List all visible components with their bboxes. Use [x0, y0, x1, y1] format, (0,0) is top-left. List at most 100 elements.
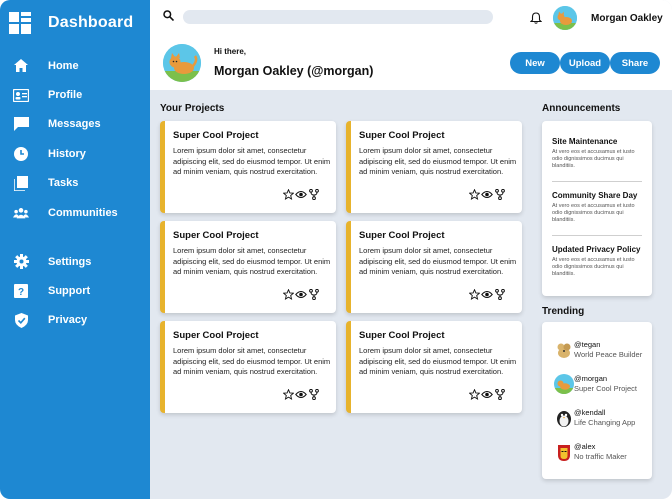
trending-panel: @tegan World Peace Builder @morgan Super… [542, 322, 652, 479]
sidebar-item-label: Messages [48, 118, 101, 131]
fork-icon[interactable] [308, 388, 320, 400]
home-icon [13, 58, 29, 74]
penguin-avatar-icon [554, 408, 574, 428]
announcement-item[interactable]: Community Share Day At vero eos et accus… [552, 191, 642, 225]
announcements-panel: Site Maintenance At vero eos et accusamu… [542, 121, 652, 296]
bell-icon[interactable] [530, 12, 542, 24]
watch-icon[interactable] [481, 388, 493, 400]
app-title: Dashboard [48, 14, 134, 31]
star-icon[interactable] [468, 188, 480, 200]
project-description: Lorem ipsum dolor sit amet, consectetur … [359, 346, 517, 376]
sidebar-item-history[interactable]: History [0, 139, 150, 168]
profile-header: Hi there, Morgan Oakley (@morgan) New Up… [150, 36, 672, 90]
fork-icon[interactable] [308, 188, 320, 200]
project-title: Super Cool Project [359, 230, 445, 241]
announcement-text: At vero eos et accusamus et iusto odio d… [552, 257, 635, 278]
announcement-title: Updated Privacy Policy [552, 245, 641, 254]
sidebar-item-tasks[interactable]: Tasks [0, 169, 150, 198]
profile-card-icon [13, 87, 29, 103]
sidebar-item-messages[interactable]: Messages [0, 110, 150, 139]
sidebar-item-support[interactable]: ? Support [0, 276, 150, 305]
trending-project: Super Cool Project [574, 384, 637, 393]
trending-handle: @tegan [574, 340, 601, 349]
star-icon[interactable] [282, 188, 294, 200]
upload-button[interactable]: Upload [560, 52, 610, 74]
ironman-avatar-icon [554, 442, 574, 462]
project-actions [282, 288, 320, 300]
announcement-item[interactable]: Updated Privacy Policy At vero eos et ac… [552, 245, 642, 279]
trending-item[interactable]: @alex No traffic Maker [554, 442, 649, 466]
search-input[interactable] [183, 10, 493, 24]
sidebar-item-label: Communities [48, 206, 118, 219]
project-title: Super Cool Project [173, 330, 259, 341]
trending-handle: @alex [574, 442, 596, 451]
sidebar-item-communities[interactable]: Communities [0, 198, 150, 227]
watch-icon[interactable] [295, 288, 307, 300]
project-actions [468, 388, 506, 400]
sidebar-item-label: Home [48, 59, 79, 72]
help-icon: ? [13, 283, 29, 299]
fork-icon[interactable] [494, 388, 506, 400]
user-name[interactable]: Morgan Oakley [591, 13, 663, 24]
tasks-icon [13, 175, 29, 191]
trending-item[interactable]: @morgan Super Cool Project [554, 374, 649, 398]
project-card[interactable]: Super Cool Project Lorem ipsum dolor sit… [346, 221, 522, 313]
announcements-title: Announcements [542, 103, 621, 114]
watch-icon[interactable] [295, 388, 307, 400]
project-actions [468, 288, 506, 300]
star-icon[interactable] [468, 388, 480, 400]
fork-icon[interactable] [308, 288, 320, 300]
trending-item[interactable]: @tegan World Peace Builder [554, 340, 649, 364]
project-card[interactable]: Super Cool Project Lorem ipsum dolor sit… [160, 221, 336, 313]
svg-text:?: ? [18, 287, 24, 298]
announcement-title: Site Maintenance [552, 137, 618, 146]
projects-title: Your Projects [160, 103, 225, 114]
brand: Dashboard [0, 5, 150, 41]
sidebar: Dashboard Home Profile Messages History … [0, 0, 150, 499]
sidebar-nav: Home Profile Messages History Tasks Comm… [0, 51, 150, 227]
cat-avatar-icon [554, 374, 574, 394]
sidebar-item-label: Profile [48, 89, 83, 102]
sidebar-item-profile[interactable]: Profile [0, 80, 150, 109]
sidebar-item-label: Privacy [48, 314, 88, 327]
announcement-title: Community Share Day [552, 191, 638, 200]
sidebar-item-settings[interactable]: Settings [0, 247, 150, 276]
announcement-text: At vero eos et accusamus et iusto odio d… [552, 203, 635, 224]
star-icon[interactable] [282, 388, 294, 400]
project-card[interactable]: Super Cool Project Lorem ipsum dolor sit… [346, 321, 522, 413]
project-actions [282, 388, 320, 400]
sidebar-item-label: Tasks [48, 177, 79, 190]
project-card[interactable]: Super Cool Project Lorem ipsum dolor sit… [160, 321, 336, 413]
announcement-item[interactable]: Site Maintenance At vero eos et accusamu… [552, 137, 642, 171]
message-icon [13, 116, 29, 132]
dog-avatar-icon [554, 340, 574, 360]
fork-icon[interactable] [494, 188, 506, 200]
watch-icon[interactable] [481, 188, 493, 200]
star-icon[interactable] [282, 288, 294, 300]
gear-icon [13, 254, 29, 270]
divider [552, 235, 642, 236]
clock-icon [13, 146, 29, 162]
sidebar-item-home[interactable]: Home [0, 51, 150, 80]
share-button[interactable]: Share [610, 52, 660, 74]
new-button[interactable]: New [510, 52, 560, 74]
project-card[interactable]: Super Cool Project Lorem ipsum dolor sit… [346, 121, 522, 213]
user-avatar[interactable] [553, 6, 577, 30]
fork-icon[interactable] [494, 288, 506, 300]
people-icon [13, 205, 29, 221]
watch-icon[interactable] [481, 288, 493, 300]
trending-item[interactable]: @kendall Life Changing App [554, 408, 649, 432]
dashboard-logo-icon [9, 12, 31, 34]
trending-project: World Peace Builder [574, 350, 643, 359]
sidebar-item-privacy[interactable]: Privacy [0, 306, 150, 335]
announcement-text: At vero eos et accusamus et iusto odio d… [552, 149, 635, 170]
sidebar-item-label: History [48, 147, 86, 160]
divider [552, 181, 642, 182]
search-icon[interactable] [163, 10, 174, 21]
trending-project: Life Changing App [574, 418, 636, 427]
star-icon[interactable] [468, 288, 480, 300]
project-title: Super Cool Project [173, 130, 259, 141]
project-card[interactable]: Super Cool Project Lorem ipsum dolor sit… [160, 121, 336, 213]
watch-icon[interactable] [295, 188, 307, 200]
project-actions [282, 188, 320, 200]
